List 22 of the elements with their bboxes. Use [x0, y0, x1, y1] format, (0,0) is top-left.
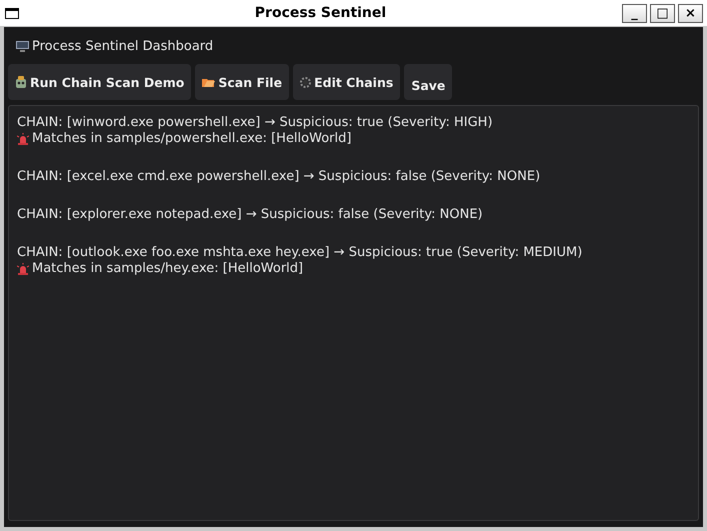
- match-result: Matches in samples/hey.exe: [HelloWorld]: [32, 261, 304, 277]
- toolbar-button[interactable]: Run Chain Scan Demo: [8, 64, 192, 100]
- close-button[interactable]: ×: [678, 4, 703, 22]
- match-result: Matches in samples/powershell.exe: [HelloWorld]: [32, 131, 352, 147]
- gear-icon: [300, 76, 312, 88]
- toolbar-button[interactable]: Edit Chains: [293, 64, 400, 100]
- chain-result: CHAIN: [explorer.exe notepad.exe] → Suspicious: false (Severity: NONE): [17, 207, 483, 223]
- dashboard-title: Process Sentinel Dashboard: [32, 38, 214, 54]
- window-title: Process Sentinel: [254, 5, 388, 21]
- robot-icon: [15, 76, 27, 88]
- maximize-button[interactable]: □: [650, 4, 675, 22]
- siren-icon: [17, 133, 29, 145]
- folder-icon: [202, 76, 216, 88]
- chain-result: CHAIN: [outlook.exe foo.exe mshta.exe hey.exe] → Suspicious: true (Severity: MEDIUM): [17, 245, 582, 261]
- minimize-button[interactable]: _: [622, 4, 647, 22]
- siren-icon: [17, 263, 29, 275]
- toolbar-button[interactable]: Scan File: [195, 64, 290, 100]
- chain-result: CHAIN: [winword.exe powershell.exe] → Suspicious: true (Severity: HIGH): [17, 115, 493, 131]
- toolbar-button[interactable]: Save: [404, 64, 452, 100]
- window-icon: [5, 8, 19, 18]
- chain-result: CHAIN: [excel.exe cmd.exe powershell.exe] → Suspicious: false (Severity: NONE): [17, 169, 540, 185]
- monitor-icon: [16, 40, 29, 52]
